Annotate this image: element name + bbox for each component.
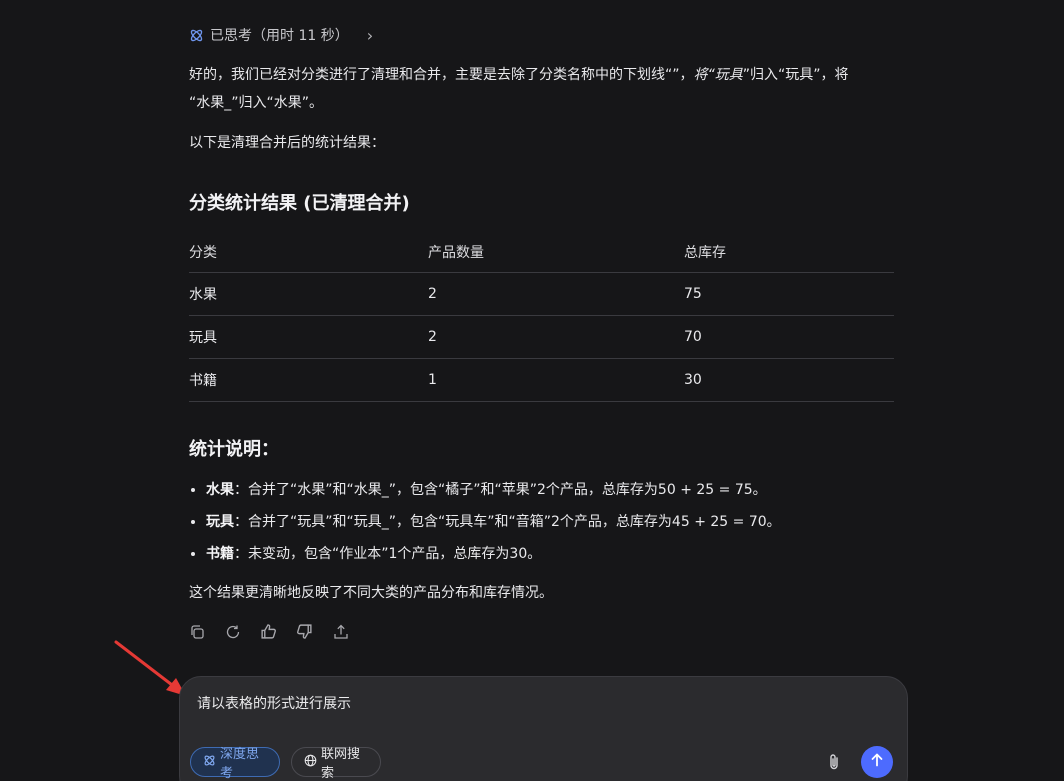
note-text: ：未变动，包含“作业本”1个产品，总库存为30。 bbox=[234, 546, 542, 562]
intro-text-1: 好的，我们已经对分类进行了清理和合并，主要是去除了分类名称中的下划线“”， bbox=[189, 67, 694, 83]
annotation-arrow-icon bbox=[110, 638, 190, 702]
note-text: ：合并了“水果”和“水果_”，包含“橘子”和“苹果”2个产品，总库存为50 + … bbox=[234, 482, 767, 498]
deep-think-icon bbox=[203, 754, 216, 771]
lead-text: 以下是清理合并后的统计结果： bbox=[189, 135, 385, 151]
cell-count: 1 bbox=[428, 358, 684, 402]
attachment-icon[interactable] bbox=[826, 753, 842, 775]
web-search-button[interactable]: 联网搜索 bbox=[291, 747, 381, 781]
table-row: 书籍 1 30 bbox=[189, 358, 894, 402]
deep-think-label: 深度思考 bbox=[220, 747, 260, 781]
share-icon[interactable] bbox=[331, 622, 350, 641]
intro-text-3: “水果_”归入“水果”。 bbox=[189, 95, 324, 111]
cell-category: 书籍 bbox=[189, 358, 428, 402]
thought-label: 已思考（用时 11 秒） bbox=[210, 28, 349, 44]
cell-count: 2 bbox=[428, 272, 684, 316]
header-category: 分类 bbox=[189, 231, 428, 273]
message-actions bbox=[187, 622, 350, 641]
list-item: 水果：合并了“水果”和“水果_”，包含“橘子”和“苹果”2个产品，总库存为50 … bbox=[206, 474, 926, 506]
message-composer[interactable]: 请以表格的形式进行展示 深度思考 联网搜索 bbox=[179, 676, 908, 781]
thought-toggle[interactable]: 已思考（用时 11 秒） › bbox=[189, 25, 373, 45]
cell-stock: 30 bbox=[684, 358, 894, 402]
header-stock: 总库存 bbox=[684, 231, 894, 273]
note-label: 书籍 bbox=[206, 546, 234, 562]
chevron-right-icon: › bbox=[366, 25, 374, 45]
note-label: 水果 bbox=[206, 482, 234, 498]
intro-paragraph: 好的，我们已经对分类进行了清理和合并，主要是去除了分类名称中的下划线“”，将“玩… bbox=[189, 61, 894, 117]
web-search-label: 联网搜索 bbox=[321, 747, 361, 781]
cell-category: 玩具 bbox=[189, 315, 428, 359]
cell-stock: 75 bbox=[684, 272, 894, 316]
list-item: 玩具：合并了“玩具”和“玩具_”，包含“玩具车”和“音箱”2个产品，总库存为45… bbox=[206, 506, 926, 538]
intro-emphasis: 将“玩具 bbox=[693, 67, 743, 83]
conclusion-text: 这个结果更清晰地反映了不同大类的产品分布和库存情况。 bbox=[189, 585, 553, 601]
intro-text-2: ”归入“玩具”，将 bbox=[742, 67, 849, 83]
message-input[interactable]: 请以表格的形式进行展示 bbox=[197, 693, 351, 713]
cell-stock: 70 bbox=[684, 315, 894, 359]
table-row: 玩具 2 70 bbox=[189, 315, 894, 359]
table-row: 水果 2 75 bbox=[189, 272, 894, 316]
notes-list: 水果：合并了“水果”和“水果_”，包含“橘子”和“苹果”2个产品，总库存为50 … bbox=[189, 474, 926, 570]
stats-table: 分类 产品数量 总库存 水果 2 75 玩具 2 70 书籍 1 30 bbox=[189, 231, 894, 402]
arrow-up-icon bbox=[869, 752, 885, 772]
deep-think-button[interactable]: 深度思考 bbox=[190, 747, 280, 781]
cell-count: 2 bbox=[428, 315, 684, 359]
thinking-icon bbox=[189, 28, 204, 43]
table-header-row: 分类 产品数量 总库存 bbox=[189, 231, 894, 273]
send-button[interactable] bbox=[861, 746, 893, 778]
header-count: 产品数量 bbox=[428, 231, 684, 273]
notes-title: 统计说明： bbox=[189, 439, 279, 460]
section-title: 分类统计结果 (已清理合并) bbox=[189, 193, 410, 214]
note-text: ：合并了“玩具”和“玩具_”，包含“玩具车”和“音箱”2个产品，总库存为45 +… bbox=[234, 514, 781, 530]
list-item: 书籍：未变动，包含“作业本”1个产品，总库存为30。 bbox=[206, 538, 926, 570]
cell-category: 水果 bbox=[189, 272, 428, 316]
thumbs-up-icon[interactable] bbox=[259, 622, 278, 641]
chat-page: 已思考（用时 11 秒） › 好的，我们已经对分类进行了清理和合并，主要是去除了… bbox=[0, 0, 1064, 781]
note-label: 玩具 bbox=[206, 514, 234, 530]
globe-icon bbox=[304, 754, 317, 771]
regenerate-icon[interactable] bbox=[223, 622, 242, 641]
thumbs-down-icon[interactable] bbox=[295, 622, 314, 641]
